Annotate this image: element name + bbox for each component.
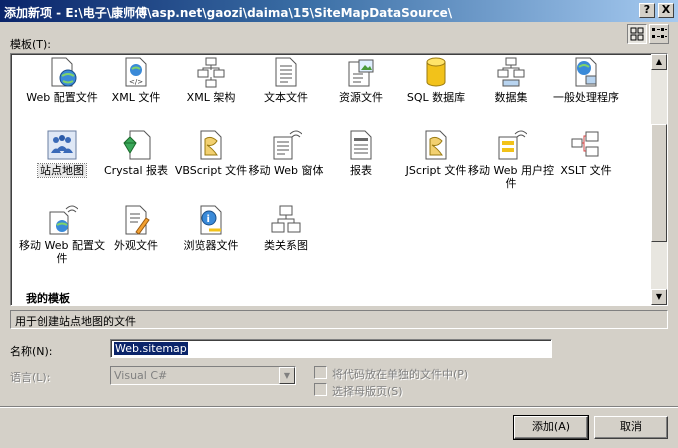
resource-file-icon: [348, 59, 374, 87]
chevron-down-icon: ▼: [279, 367, 295, 384]
xml-schema-icon: [197, 57, 225, 88]
sql-database-icon: [426, 57, 446, 87]
browser-file-icon: i: [200, 205, 222, 235]
language-select: Visual C# ▼: [110, 366, 296, 385]
template-item-label: 数据集: [494, 91, 528, 104]
language-label: 语言(L):: [10, 371, 51, 384]
text-file-icon: [275, 57, 297, 87]
name-field[interactable]: Web.sitemap: [110, 339, 552, 358]
large-icons-view-button[interactable]: [627, 24, 647, 44]
template-item-class-diagram[interactable]: 类关系图: [238, 204, 334, 252]
template-item-label: Crystal 报表: [103, 164, 169, 177]
web-config-icon: [51, 57, 77, 87]
title-bar: 添加新项 - E:\电子\康师傅\asp.net\gaozi\daima\15\…: [0, 0, 678, 22]
dialog-divider: [0, 406, 678, 408]
separate-code-label: 将代码放在单独的文件中(P): [332, 368, 469, 381]
scroll-up-button[interactable]: ▲: [651, 54, 667, 70]
template-description: 用于创建站点地图的文件: [10, 310, 668, 329]
template-item-label: 站点地图: [37, 163, 87, 178]
add-button[interactable]: 添加(A): [513, 415, 589, 440]
template-item-label: 一般处理程序: [553, 91, 619, 104]
large-icons-icon: [630, 27, 644, 41]
site-map-icon: [47, 130, 77, 160]
mobile-user-control-icon: [498, 130, 527, 160]
select-master-checkbox: [314, 383, 327, 396]
name-label: 名称(N):: [10, 345, 53, 358]
name-field-value: Web.sitemap: [114, 342, 188, 355]
svg-text:i: i: [207, 214, 210, 225]
crystal-report-icon: [123, 130, 151, 160]
template-item-label: 报表: [350, 164, 372, 177]
template-item-label: XML 架构: [186, 91, 236, 104]
vbscript-file-icon: [200, 130, 222, 160]
svg-text:</>: </>: [129, 78, 143, 86]
help-button[interactable]: ?: [639, 3, 655, 18]
separate-code-checkbox: [314, 366, 327, 379]
small-icons-icon: [652, 28, 667, 38]
mobile-web-form-icon: [273, 130, 302, 160]
mobile-web-config-icon: [49, 205, 78, 235]
templates-scrollbar[interactable]: ▲ ▼: [651, 54, 667, 305]
cancel-button[interactable]: 取消: [594, 416, 668, 439]
template-item-label: XML 文件: [111, 91, 161, 104]
class-diagram-icon: [271, 205, 301, 233]
template-item-label: 外观文件: [114, 239, 158, 252]
jscript-file-icon: [425, 130, 447, 160]
my-templates-heading: 我的模板: [26, 292, 70, 305]
scroll-down-button[interactable]: ▼: [651, 289, 667, 305]
template-item-label: 类关系图: [264, 239, 308, 252]
template-item-label: XSLT 文件: [560, 164, 612, 177]
small-icons-view-button[interactable]: [649, 24, 669, 44]
template-item-label: 文本文件: [264, 91, 308, 104]
template-item-label: 浏览器文件: [183, 239, 239, 252]
dataset-icon: [497, 57, 525, 87]
template-item-label: 资源文件: [339, 91, 383, 104]
select-master-label: 选择母版页(S): [332, 385, 403, 398]
template-item-label: SQL 数据库: [406, 91, 466, 104]
skin-file-icon: [125, 205, 150, 235]
generic-handler-icon: [575, 57, 597, 87]
language-select-value: Visual C#: [114, 369, 168, 382]
templates-label: 模板(T):: [10, 38, 52, 51]
templates-listview[interactable]: Web 配置文件 </> XML 文件 XML 架构 文本文件 资源文件 SQL…: [10, 53, 668, 306]
xml-file-icon: </>: [125, 57, 147, 87]
template-item-generic-handler[interactable]: 一般处理程序: [538, 56, 634, 104]
close-button[interactable]: X: [658, 3, 674, 18]
window-title: 添加新项 - E:\电子\康师傅\asp.net\gaozi\daima\15\…: [4, 6, 453, 20]
template-item-label: JScript 文件: [405, 164, 467, 177]
template-item-xslt-file[interactable]: XSLT 文件: [538, 129, 634, 177]
report-icon: [350, 130, 372, 160]
xslt-file-icon: [571, 131, 599, 157]
scroll-thumb[interactable]: [651, 124, 667, 242]
